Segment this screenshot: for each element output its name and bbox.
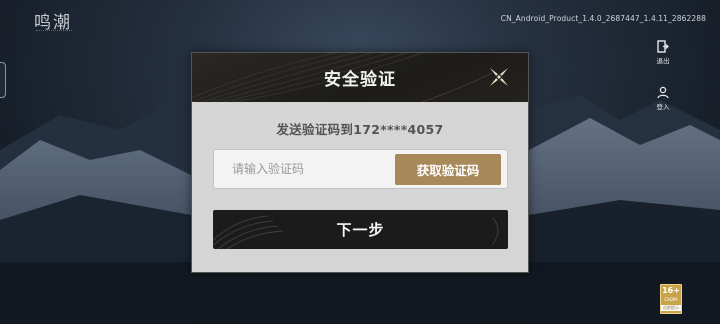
verification-code-input[interactable] [220, 154, 390, 184]
get-code-button[interactable]: 获取验证码 [395, 154, 501, 185]
version-string: CN_Android_Product_1.4.0_2687447_1.4.11_… [500, 14, 706, 23]
age-rating-note: 适龄提示 [661, 305, 681, 311]
exit-button[interactable]: 退出 [648, 40, 678, 65]
security-verification-dialog: 安全验证 发送验证码到172****4057 获取验证码 下一步 [191, 52, 529, 273]
age-rating-number: 16+ [662, 286, 680, 295]
left-edge-tab[interactable] [0, 62, 6, 98]
login-button[interactable]: 登入 [648, 86, 678, 111]
dialog-title: 安全验证 [324, 70, 396, 90]
dialog-header: 安全验证 [192, 53, 528, 102]
verification-code-row: 获取验证码 [213, 149, 508, 189]
age-rating-badge: 16+ CADPA 适龄提示 [660, 284, 682, 314]
code-sent-message: 发送验证码到172****4057 [276, 122, 444, 137]
exit-label: 退出 [656, 57, 670, 65]
age-rating-caption: CADPA [664, 297, 678, 302]
close-button[interactable] [488, 66, 510, 88]
logo-underline [36, 30, 72, 32]
close-icon [490, 68, 508, 86]
user-icon [657, 86, 669, 99]
exit-icon [657, 40, 669, 53]
next-step-button[interactable]: 下一步 [213, 210, 508, 249]
login-label: 登入 [656, 103, 670, 111]
next-step-label: 下一步 [336, 221, 385, 239]
